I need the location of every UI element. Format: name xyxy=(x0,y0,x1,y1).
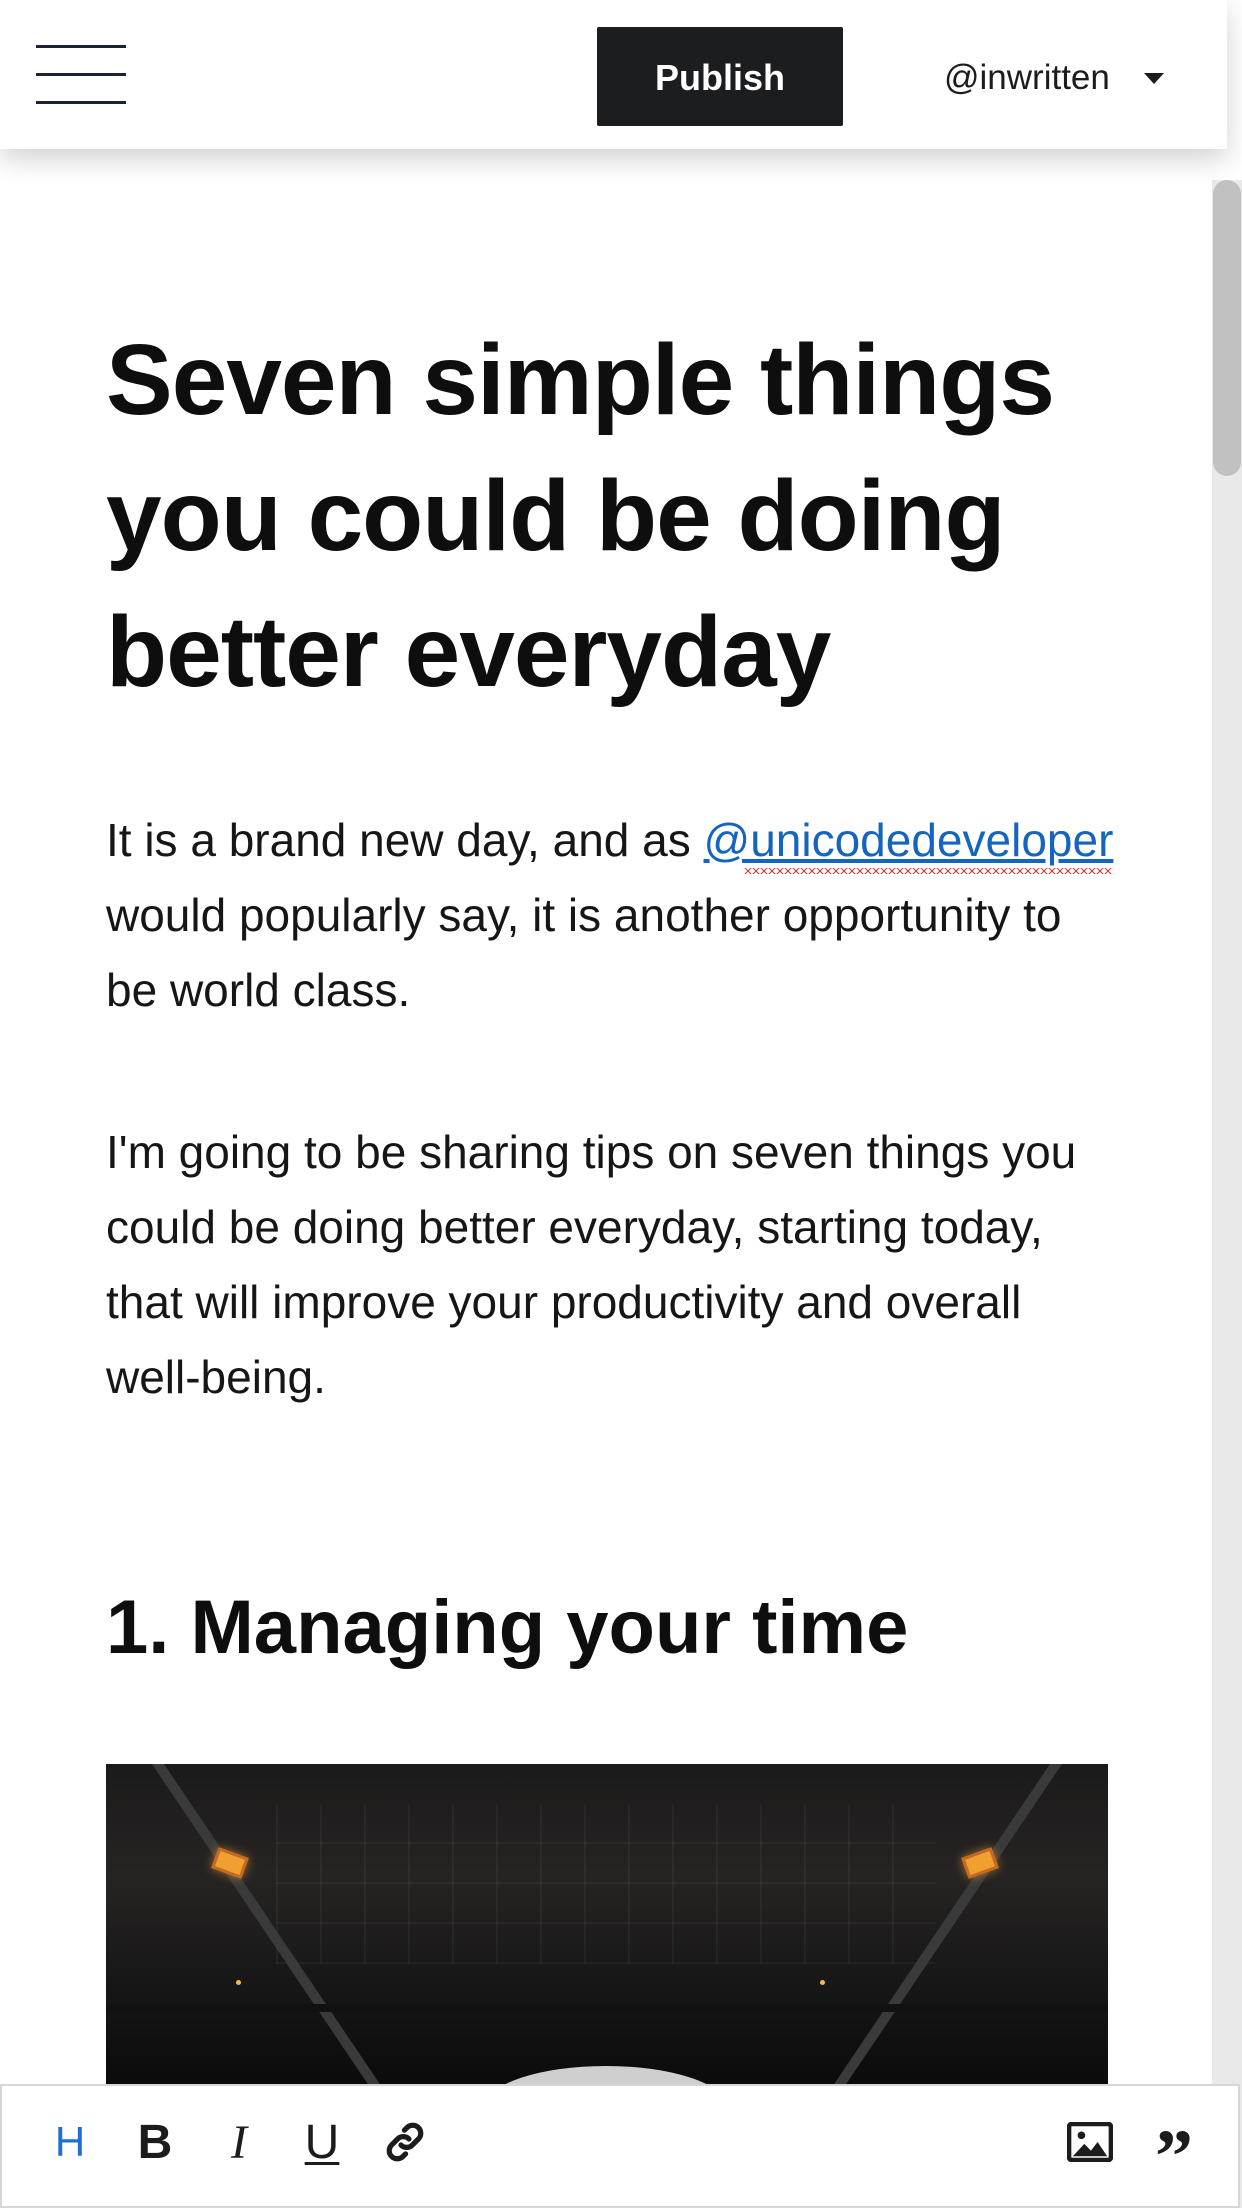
top-bar: Publish @inwritten xyxy=(0,0,1227,149)
lamp-right xyxy=(961,1847,999,1879)
heading-button[interactable]: H xyxy=(38,2110,102,2174)
ceiling-grid xyxy=(276,1804,936,1964)
article-image[interactable] xyxy=(106,1764,1108,2084)
article-title[interactable]: Seven simple things you could be doing b… xyxy=(106,312,1108,720)
paragraph-intro[interactable]: It is a brand new day, and as @unicodede… xyxy=(106,803,1116,1028)
scrollbar-track[interactable] xyxy=(1212,180,1242,2208)
hamburger-icon[interactable] xyxy=(36,45,126,104)
paragraph-intro-rest: would popularly say, it is another oppor… xyxy=(106,889,1062,1016)
formatting-toolbar: H B I U ” xyxy=(0,2084,1240,2208)
editor-page: Publish @inwritten Seven simple things y… xyxy=(0,0,1242,2208)
bold-button[interactable]: B xyxy=(123,2110,187,2174)
image-icon[interactable] xyxy=(1058,2110,1122,2174)
lamp-left xyxy=(211,1847,249,1879)
section-heading[interactable]: 1. Managing your time xyxy=(106,1580,908,1676)
mention-link[interactable]: @unicodedeveloper xyxy=(704,814,1114,866)
link-icon[interactable] xyxy=(373,2110,437,2174)
mention-wrapper: @unicodedeveloper xyxy=(704,803,1114,878)
caret-down-icon[interactable] xyxy=(1143,72,1164,84)
paragraph-intro-text: It is a brand new day, and as xyxy=(106,814,704,866)
scrollbar-thumb[interactable] xyxy=(1213,180,1241,476)
light-dot xyxy=(820,1980,825,1985)
spellcheck-underline xyxy=(743,868,1114,874)
quote-icon[interactable]: ” xyxy=(1142,2110,1206,2195)
ledge xyxy=(106,2004,1108,2012)
user-menu[interactable]: @inwritten xyxy=(944,50,1164,106)
publish-button[interactable]: Publish xyxy=(597,27,843,126)
dome xyxy=(486,2066,726,2084)
username-label: @inwritten xyxy=(944,58,1110,97)
italic-button[interactable]: I xyxy=(207,2110,271,2174)
light-dot xyxy=(236,1980,241,1985)
paragraph-tips[interactable]: I'm going to be sharing tips on seven th… xyxy=(106,1115,1116,1415)
underline-button[interactable]: U xyxy=(290,2110,354,2174)
